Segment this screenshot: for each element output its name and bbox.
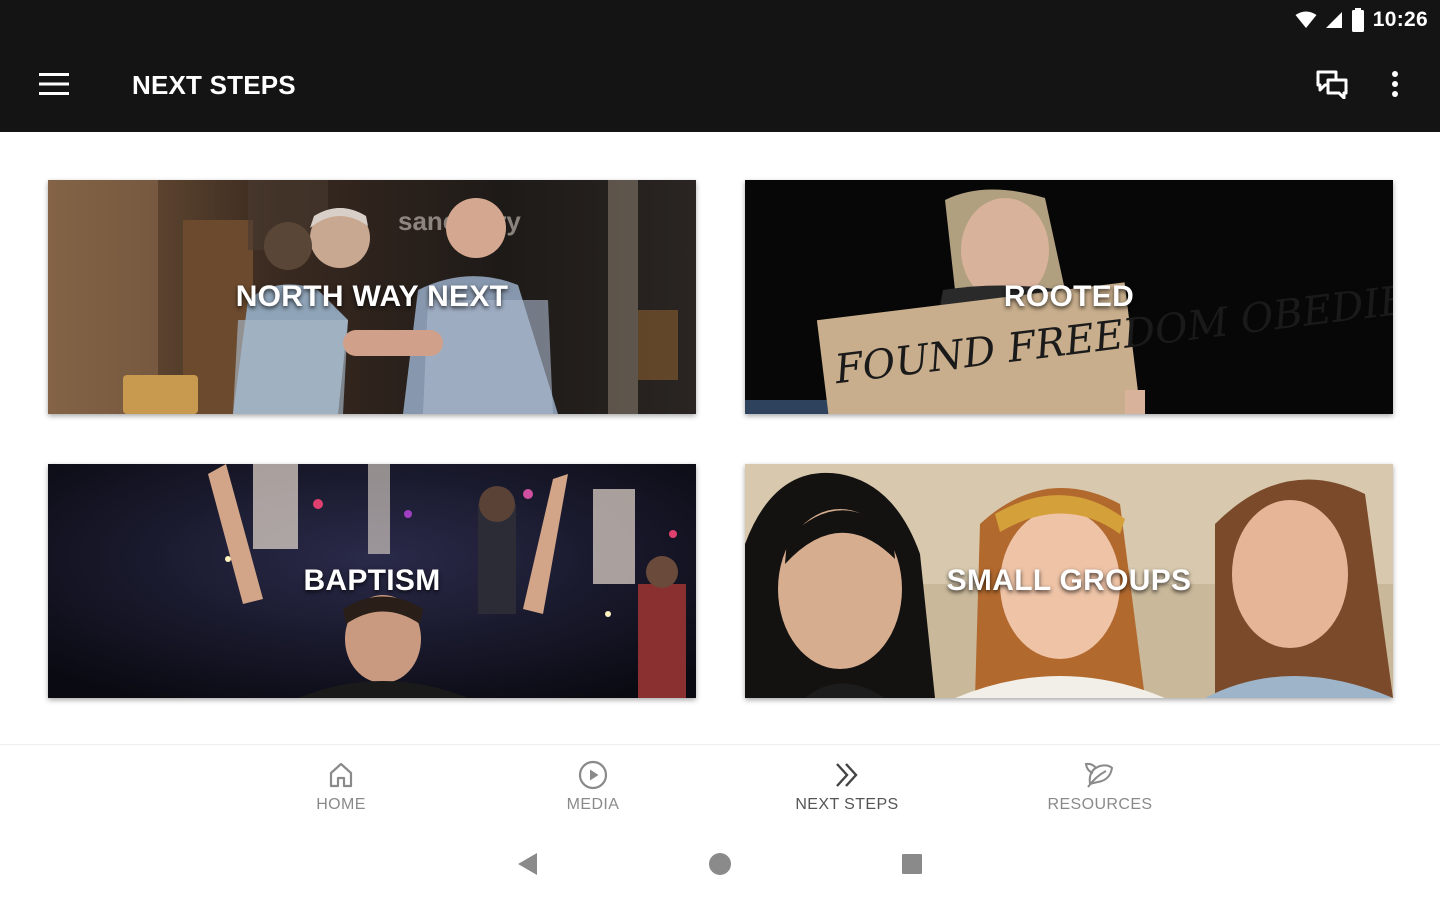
chat-icon bbox=[1315, 69, 1349, 104]
chat-button[interactable] bbox=[1310, 66, 1354, 106]
app-bar: NEXT STEPS bbox=[0, 40, 1440, 132]
nav-label: MEDIA bbox=[566, 796, 620, 813]
card-title: ROOTED bbox=[1003, 280, 1135, 313]
system-navigation-bar bbox=[0, 828, 1440, 900]
nav-item-resources[interactable]: RESOURCES bbox=[1020, 759, 1180, 823]
nav-label: NEXT STEPS bbox=[795, 796, 899, 813]
nav-item-media[interactable]: MEDIA bbox=[513, 759, 673, 823]
back-triangle-icon bbox=[517, 852, 539, 881]
card-title: SMALL GROUPS bbox=[946, 564, 1192, 597]
wifi-icon bbox=[1295, 11, 1317, 29]
home-icon bbox=[261, 759, 421, 791]
page-title: NEXT STEPS bbox=[132, 70, 296, 100]
card-title: NORTH WAY NEXT bbox=[235, 280, 509, 313]
system-back-button[interactable] bbox=[508, 850, 548, 882]
card-title: BAPTISM bbox=[303, 564, 441, 597]
bottom-navigation: HOME MEDIA NEXT STEPS RESOURCES bbox=[0, 744, 1440, 828]
more-options-button[interactable] bbox=[1378, 66, 1412, 106]
menu-button[interactable] bbox=[34, 68, 74, 104]
card-rooted[interactable]: FOUND FREEDOM OBEDIENCE ROOTED bbox=[745, 180, 1393, 414]
system-recents-button[interactable] bbox=[892, 850, 932, 882]
status-bar: 10:26 bbox=[0, 0, 1440, 40]
leaf-icon bbox=[1020, 759, 1180, 791]
signal-icon bbox=[1325, 11, 1343, 29]
card-baptism[interactable]: BAPTISM bbox=[48, 464, 696, 698]
nav-item-home[interactable]: HOME bbox=[261, 759, 421, 823]
hamburger-menu-icon bbox=[39, 72, 69, 100]
nav-label: HOME bbox=[316, 796, 366, 813]
card-north-way-next[interactable]: sanctuary NORTH WAY NEXT bbox=[48, 180, 696, 414]
nav-item-next-steps[interactable]: NEXT STEPS bbox=[767, 759, 927, 823]
more-vert-icon bbox=[1391, 70, 1399, 103]
card-small-groups[interactable]: SMALL GROUPS bbox=[745, 464, 1393, 698]
play-circle-icon bbox=[513, 759, 673, 791]
home-circle-icon bbox=[708, 852, 732, 881]
double-chevron-right-icon bbox=[767, 759, 927, 791]
battery-icon bbox=[1351, 8, 1365, 32]
recents-square-icon bbox=[901, 853, 923, 880]
system-home-button[interactable] bbox=[700, 850, 740, 882]
status-time: 10:26 bbox=[1372, 8, 1428, 31]
nav-label: RESOURCES bbox=[1047, 796, 1153, 813]
